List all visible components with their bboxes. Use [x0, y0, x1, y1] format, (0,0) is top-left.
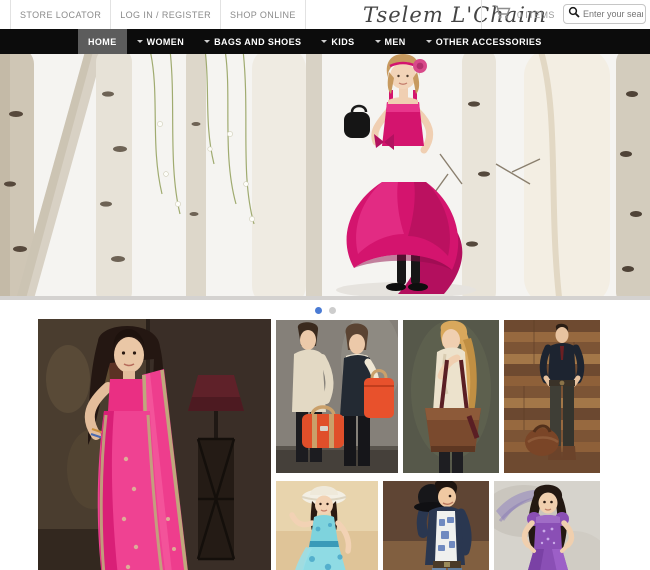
cart-count-label: 0 ITEMS [517, 10, 555, 20]
search-input[interactable] [583, 9, 643, 19]
nav-item-other-accessories[interactable]: OTHER ACCESSORIES [416, 29, 552, 54]
nav-item-men[interactable]: MEN [365, 29, 416, 54]
nav-label: MEN [385, 37, 406, 47]
tile-row-bottom [276, 481, 600, 570]
nav-label: BAGS AND SHOES [214, 37, 301, 47]
main-nav: HOME WOMEN BAGS AND SHOES KIDS MEN OTHER… [0, 29, 650, 54]
tile-girl-blue-dress[interactable] [276, 481, 378, 570]
tile-man-duffel[interactable] [504, 320, 600, 473]
storefront-page: STORE LOCATOR LOG IN / REGISTER SHOP ONL… [0, 0, 650, 570]
nav-item-bags-and-shoes[interactable]: BAGS AND SHOES [194, 29, 311, 54]
chevron-down-icon [375, 40, 381, 46]
chevron-down-icon [321, 40, 327, 46]
nav-label: KIDS [331, 37, 354, 47]
utility-links: STORE LOCATOR LOG IN / REGISTER SHOP ONL… [10, 0, 306, 29]
hero-slide[interactable] [0, 54, 650, 300]
store-locator-link[interactable]: STORE LOCATOR [10, 0, 111, 29]
shop-online-link[interactable]: SHOP ONLINE [221, 0, 306, 29]
chevron-down-icon [426, 40, 432, 46]
promo-gallery [0, 318, 650, 570]
tile-woman-tote[interactable] [403, 320, 499, 473]
tile-girl-purple-dress[interactable] [494, 481, 600, 570]
search-box [563, 4, 646, 24]
tile-row-top [276, 320, 600, 473]
nav-item-women[interactable]: WOMEN [127, 29, 195, 54]
login-register-link[interactable]: LOG IN / REGISTER [111, 0, 221, 29]
cart-button[interactable]: 0 ITEMS [481, 0, 555, 29]
tile-boy-hat[interactable] [383, 481, 489, 570]
chevron-down-icon [204, 40, 210, 46]
chevron-down-icon [137, 40, 143, 46]
carousel-dots [0, 303, 650, 317]
carousel-dot-1[interactable] [315, 307, 322, 314]
nav-label: OTHER ACCESSORIES [436, 37, 542, 47]
nav-label: WOMEN [147, 37, 185, 47]
nav-item-home[interactable]: HOME [78, 29, 127, 54]
feature-image-sari[interactable] [38, 319, 271, 570]
nav-item-kids[interactable]: KIDS [311, 29, 364, 54]
carousel-dot-2[interactable] [329, 307, 336, 314]
tile-grid [276, 320, 600, 570]
cart-icon [494, 5, 511, 25]
search-icon[interactable] [568, 5, 583, 23]
top-bar: STORE LOCATOR LOG IN / REGISTER SHOP ONL… [0, 0, 650, 29]
tile-women-bags[interactable] [276, 320, 398, 473]
nav-label: HOME [88, 37, 117, 47]
